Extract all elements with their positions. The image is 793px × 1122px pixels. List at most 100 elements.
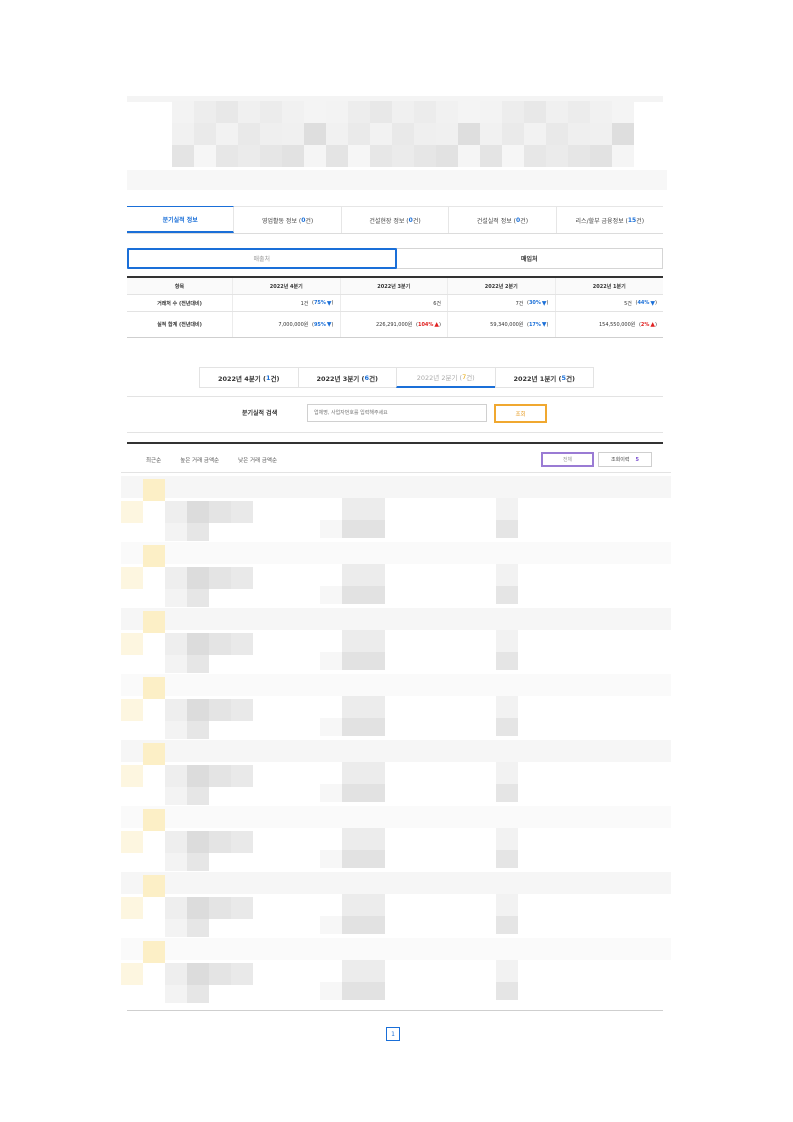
sort-high-amount[interactable]: 높은 거래 금액순 <box>180 456 219 464</box>
quarter-tab-2022-q3[interactable]: 2022년 3분기 (6 건) <box>297 367 396 388</box>
blur-block <box>121 542 671 564</box>
summary-cell: 7,000,000원 (95% ▼) <box>233 312 341 337</box>
blur-block <box>231 831 253 853</box>
summary-value: 7,000,000원 <box>278 322 309 328</box>
summary-cell: 1건 (75% ▼) <box>233 295 341 311</box>
blur-block <box>238 145 260 167</box>
blur-block <box>143 611 165 633</box>
blur-block <box>238 123 260 145</box>
history-button[interactable]: 조회이력 5 <box>598 452 652 467</box>
blur-block <box>194 101 216 123</box>
header-q3: 2022년 3분기 <box>341 278 448 294</box>
change-percent: 75% <box>313 300 326 306</box>
blur-block <box>165 897 187 919</box>
sort-low-amount[interactable]: 낮은 거래 금액순 <box>238 456 277 464</box>
summary-value: 226,291,000원 <box>376 322 413 328</box>
blur-block <box>216 101 238 123</box>
blur-block <box>143 545 165 567</box>
blur-block <box>496 630 518 652</box>
blur-block <box>282 101 304 123</box>
sales-segment-button[interactable]: 매출처 <box>127 248 397 269</box>
view-all-button[interactable]: 전체 <box>541 452 594 467</box>
blur-block <box>209 501 231 523</box>
blur-block <box>524 101 546 123</box>
blur-block <box>480 101 502 123</box>
blur-block <box>342 982 385 1000</box>
blur-block <box>172 101 194 123</box>
blur-block <box>121 872 671 894</box>
blur-block <box>370 145 392 167</box>
blur-block <box>121 608 671 630</box>
blur-block <box>436 101 458 123</box>
blur-block <box>342 718 385 736</box>
blur-block <box>187 831 209 853</box>
sales-purchase-toggle: 매출처 매입처 <box>127 248 663 269</box>
change-percent: 95% <box>313 321 326 328</box>
blur-block <box>187 963 209 985</box>
blur-block <box>165 655 187 673</box>
blur-block <box>187 985 209 1003</box>
blur-block <box>121 831 143 853</box>
summary-value: 154,550,000원 <box>598 322 636 328</box>
blur-block <box>392 101 414 123</box>
blur-block <box>458 123 480 145</box>
search-input[interactable] <box>307 404 487 422</box>
blur-block <box>496 564 518 586</box>
page-1-button[interactable]: 1 <box>386 1027 400 1041</box>
search-button[interactable]: 조회 <box>494 404 547 423</box>
header-item: 항목 <box>127 278 233 294</box>
blur-block <box>282 145 304 167</box>
blur-block <box>496 916 518 934</box>
blur-block <box>304 123 326 145</box>
blur-block <box>496 762 518 784</box>
blur-block <box>370 123 392 145</box>
blur-block <box>187 853 209 871</box>
blur-block <box>187 721 209 739</box>
blur-block <box>392 145 414 167</box>
tab-construction-performance[interactable]: 건설실적 정보 (0 건) <box>449 206 557 233</box>
summary-value: 59,340,000원 <box>490 322 524 328</box>
blur-block <box>370 101 392 123</box>
blur-block <box>238 101 260 123</box>
summary-value: 5건 <box>624 300 632 307</box>
purchase-segment-button[interactable]: 매입처 <box>396 248 663 269</box>
change-percent: 2% <box>640 321 650 328</box>
quarter-tab-2022-q4[interactable]: 2022년 4분기 (1 건) <box>199 367 298 388</box>
sort-recent[interactable]: 최근순 <box>146 456 161 464</box>
blur-block <box>165 567 187 589</box>
quarter-tab-2022-q2[interactable]: 2022년 2분기 (7 건) <box>396 367 495 388</box>
blur-block <box>187 523 209 541</box>
blur-block <box>165 985 187 1003</box>
blur-block <box>320 520 342 538</box>
blur-block <box>414 123 436 145</box>
blur-block <box>320 982 342 1000</box>
blur-block <box>143 875 165 897</box>
blur-block <box>342 586 385 604</box>
blur-block <box>187 787 209 805</box>
blur-block <box>342 762 385 784</box>
quarter-tab-2022-q1[interactable]: 2022년 1분기 (5 건) <box>494 367 594 388</box>
tab-sales-activity[interactable]: 영업활동 정보 (0 건) <box>234 206 342 233</box>
tab-quarterly-performance[interactable]: 분기실적 정보 <box>127 206 235 233</box>
blur-block <box>590 101 612 123</box>
blur-block <box>165 765 187 787</box>
blur-block <box>165 523 187 541</box>
list-top-divider <box>127 442 663 444</box>
blur-block <box>194 145 216 167</box>
blur-block <box>121 963 143 985</box>
blur-block <box>165 589 187 607</box>
blur-block <box>392 123 414 145</box>
summary-row-label: 거래처 수 (전년대비) <box>127 295 233 311</box>
blur-block <box>127 170 667 190</box>
tab-construction-site[interactable]: 건설현장 정보 (0 건) <box>341 206 450 233</box>
tab-lease-finance[interactable]: 리스/할부 금융정보 (15 건) <box>556 206 664 233</box>
blur-block <box>480 123 502 145</box>
blur-block <box>414 101 436 123</box>
blur-block <box>326 145 348 167</box>
blur-block <box>502 101 524 123</box>
blur-block <box>348 123 370 145</box>
blur-block <box>612 145 634 167</box>
change-percent: 104% <box>417 321 434 328</box>
blur-block <box>121 897 143 919</box>
blur-block <box>496 696 518 718</box>
